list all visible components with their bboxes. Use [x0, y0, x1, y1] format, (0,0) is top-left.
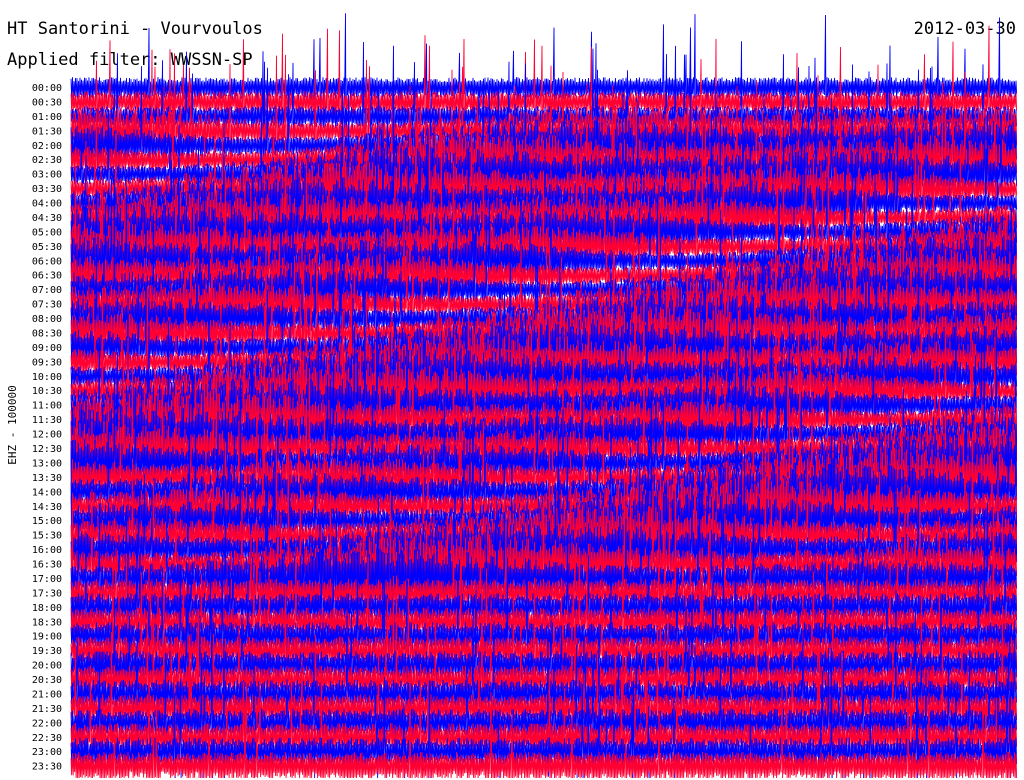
- row-time-label: 08:00: [32, 314, 62, 325]
- row-time-label: 03:30: [32, 184, 62, 195]
- row-time-label: 00:30: [32, 97, 62, 108]
- row-time-label: 16:30: [32, 560, 62, 571]
- row-time-label: 07:30: [32, 300, 62, 311]
- row-time-label: 21:30: [32, 704, 62, 715]
- row-time-label: 12:30: [32, 444, 62, 455]
- row-time-label: 09:30: [32, 357, 62, 368]
- row-time-label: 12:00: [32, 430, 62, 441]
- row-time-label: 20:30: [32, 675, 62, 686]
- row-time-label: 01:30: [32, 126, 62, 137]
- row-time-label: 22:00: [32, 718, 62, 729]
- helicorder-plot: 00:00 00:30 01:00 01:30 02:00 02:30 03:00 03:30…: [32, 13, 1018, 779]
- row-time-label: 11:00: [32, 401, 62, 412]
- row-time-label: 14:30: [32, 502, 62, 513]
- row-time-label: 18:30: [32, 617, 62, 628]
- row-time-label: 19:00: [32, 632, 62, 643]
- row-time-label: 06:30: [32, 271, 62, 282]
- seismogram-traces: [70, 13, 1018, 779]
- row-time-label: 14:00: [32, 487, 62, 498]
- row-time-label: 05:00: [32, 227, 62, 238]
- row-time-label: 16:00: [32, 545, 62, 556]
- row-time-label: 22:30: [32, 733, 62, 744]
- row-time-label: 01:00: [32, 112, 62, 123]
- time-tick-labels: 00:00 00:30 01:00 01:30 02:00 02:30 03:00 03:30…: [32, 83, 62, 773]
- row-time-label: 10:30: [32, 386, 62, 397]
- row-time-label: 17:30: [32, 588, 62, 599]
- row-time-label: 15:00: [32, 516, 62, 527]
- row-time-label: 07:00: [32, 285, 62, 296]
- row-time-label: 02:30: [32, 155, 62, 166]
- row-time-label: 23:30: [32, 762, 62, 773]
- row-time-label: 08:30: [32, 328, 62, 339]
- row-time-label: 21:00: [32, 689, 62, 700]
- row-time-label: 03:00: [32, 170, 62, 181]
- row-time-label: 05:30: [32, 242, 62, 253]
- row-time-label: 02:00: [32, 141, 62, 152]
- row-time-label: 00:00: [32, 83, 62, 94]
- row-time-label: 13:30: [32, 473, 62, 484]
- row-time-label: 18:00: [32, 603, 62, 614]
- row-time-label: 23:00: [32, 747, 62, 758]
- row-time-label: 17:00: [32, 574, 62, 585]
- row-time-label: 13:00: [32, 458, 62, 469]
- row-time-label: 04:00: [32, 199, 62, 210]
- row-time-label: 10:00: [32, 372, 62, 383]
- row-time-label: 19:30: [32, 646, 62, 657]
- row-time-label: 06:00: [32, 256, 62, 267]
- row-time-label: 20:00: [32, 661, 62, 672]
- row-time-label: 15:30: [32, 531, 62, 542]
- row-time-label: 11:30: [32, 415, 62, 426]
- row-time-label: 09:00: [32, 343, 62, 354]
- row-time-label: 04:30: [32, 213, 62, 224]
